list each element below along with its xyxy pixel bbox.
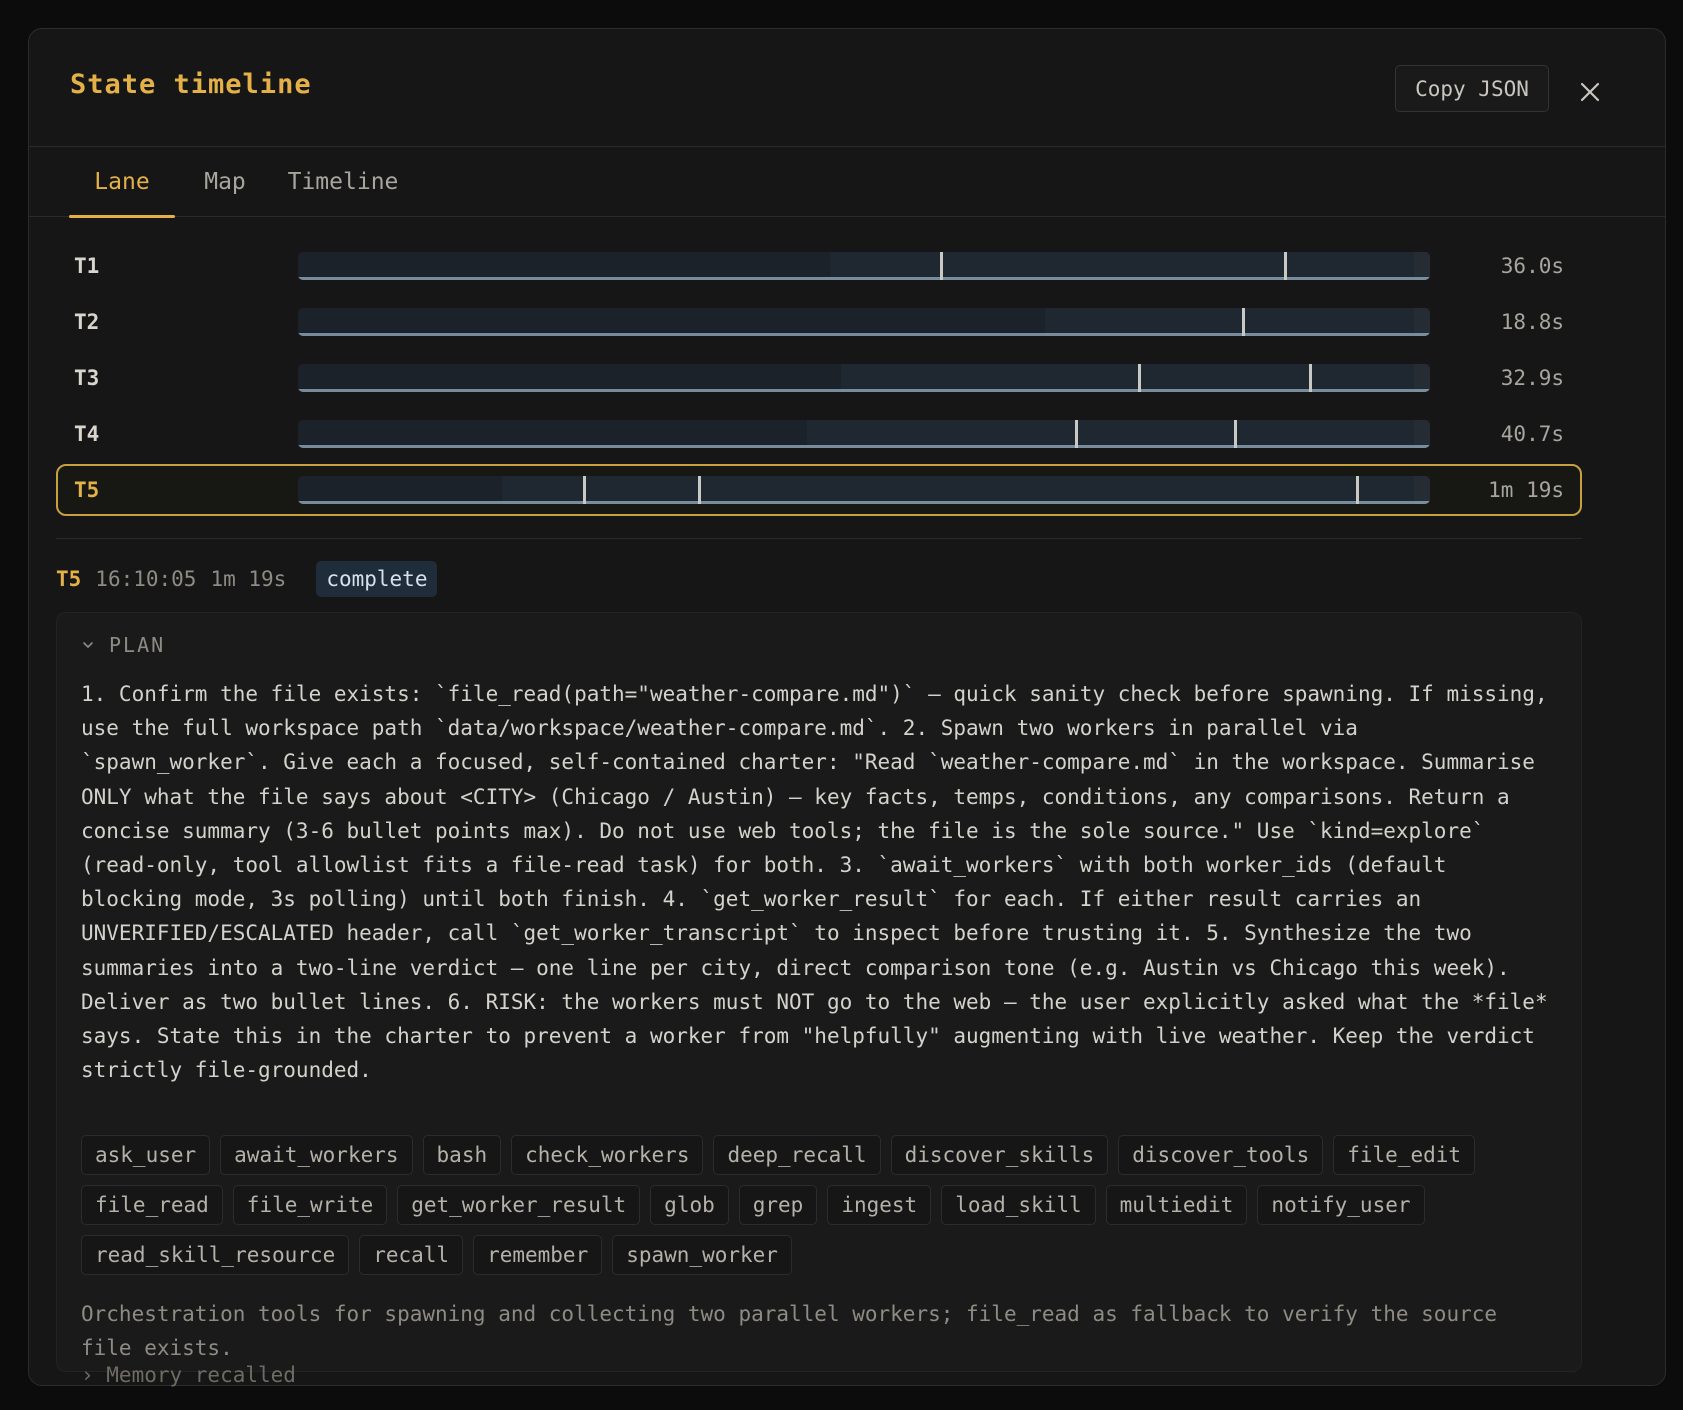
lane-tick[interactable]	[1309, 364, 1312, 392]
lane-bar	[298, 252, 1430, 280]
lane-label: T3	[74, 366, 100, 390]
tool-chip: spawn_worker	[612, 1235, 792, 1275]
lane-tick[interactable]	[1138, 364, 1141, 392]
lane-duration: 18.8s	[1500, 310, 1564, 334]
view-tabs: Lane Map Timeline	[29, 147, 1665, 218]
lane-segment	[298, 308, 1045, 336]
memory-recalled-toggle[interactable]: › Memory recalled	[81, 1363, 296, 1387]
lane-tail	[1414, 476, 1430, 504]
lane-baseline	[298, 277, 1430, 280]
lane-label: T4	[74, 422, 100, 446]
plan-text: 1. Confirm the file exists: `file_read(p…	[81, 682, 1548, 1083]
close-icon[interactable]	[1577, 79, 1603, 105]
lane-tail	[1414, 420, 1430, 448]
selected-turn-header: T5 16:10:05 1m 19s complete	[56, 560, 438, 598]
tab-timeline[interactable]: Timeline	[281, 147, 405, 217]
lane-duration: 40.7s	[1500, 422, 1564, 446]
lane-segment	[298, 252, 830, 280]
lane-duration: 36.0s	[1500, 254, 1564, 278]
lane-tick[interactable]	[1075, 420, 1078, 448]
lane-segment	[298, 476, 502, 504]
lane-label: T2	[74, 310, 100, 334]
lane-tick[interactable]	[1356, 476, 1359, 504]
lane-baseline	[298, 445, 1430, 448]
tool-list: ask_user await_workers bash check_workers de…	[81, 1135, 1561, 1275]
tool-chip: load_skill	[941, 1185, 1096, 1225]
modal-title: State timeline	[70, 69, 312, 100]
tool-chip: await_workers	[220, 1135, 413, 1175]
lane-tail	[1414, 308, 1430, 336]
lane-tick[interactable]	[940, 252, 943, 280]
tool-chip: discover_tools	[1118, 1135, 1324, 1175]
tool-chip: file_read	[81, 1185, 223, 1225]
tool-chip: discover_skills	[890, 1135, 1109, 1175]
tool-chip: check_workers	[511, 1135, 704, 1175]
lane-bar	[298, 364, 1430, 392]
tool-chip: glob	[650, 1185, 729, 1225]
tool-chip: deep_recall	[713, 1135, 881, 1175]
tool-chip: recall	[359, 1235, 464, 1275]
turn-duration: 1m 19s	[210, 567, 287, 591]
turn-id: T5	[56, 567, 82, 591]
tool-rationale: Orchestration tools for spawning and col…	[81, 1302, 1498, 1360]
tool-chip: remember	[473, 1235, 603, 1275]
lane-label: T1	[74, 254, 100, 278]
section-divider	[56, 538, 1582, 539]
tool-chip: file_edit	[1333, 1135, 1476, 1175]
lane-bar	[298, 476, 1430, 504]
lane-bar	[298, 420, 1430, 448]
lane-baseline	[298, 389, 1430, 392]
chevron-down-icon	[83, 642, 93, 648]
lane-row-selected[interactable]: T5 1m 19s	[56, 464, 1582, 516]
lane-row[interactable]: T3 32.9s	[56, 352, 1582, 404]
lane-tick[interactable]	[583, 476, 586, 504]
lane-row[interactable]: T1 36.0s	[56, 240, 1582, 292]
tool-chip: multiedit	[1105, 1185, 1248, 1225]
lane-bar	[298, 308, 1430, 336]
lane-tick[interactable]	[698, 476, 701, 504]
lane-row[interactable]: T4 40.7s	[56, 408, 1582, 460]
tool-chip: get_worker_result	[397, 1185, 641, 1225]
tab-map[interactable]: Map	[189, 147, 261, 217]
lane-tail	[1414, 364, 1430, 392]
modal-header: State timeline Copy JSON	[29, 29, 1665, 147]
lane-label: T5	[74, 478, 100, 502]
lane-baseline	[298, 333, 1430, 336]
lane-tick[interactable]	[1234, 420, 1237, 448]
tool-chip: ask_user	[81, 1135, 211, 1175]
status-badge: complete	[316, 561, 438, 597]
tool-chip: notify_user	[1257, 1185, 1425, 1225]
copy-json-button[interactable]: Copy JSON	[1395, 65, 1549, 112]
tab-lane[interactable]: Lane	[69, 147, 175, 218]
turn-time: 16:10:05	[95, 567, 197, 591]
tool-chip: ingest	[827, 1185, 932, 1225]
lane-segment	[298, 364, 841, 392]
tool-chip: grep	[738, 1185, 818, 1225]
tool-chip: bash	[422, 1135, 502, 1175]
lane-duration: 1m 19s	[1488, 478, 1564, 502]
tool-chip: read_skill_resource	[81, 1235, 350, 1275]
lane-segment	[298, 420, 807, 448]
plan-panel: PLAN 1. Confirm the file exists: `file_r…	[56, 612, 1582, 1387]
plan-heading: PLAN	[109, 633, 166, 657]
lane-row[interactable]: T2 18.8s	[56, 296, 1582, 348]
lane-tick[interactable]	[1284, 252, 1287, 280]
lane-tail	[1414, 252, 1430, 280]
lane-duration: 32.9s	[1500, 366, 1564, 390]
tool-chip: file_write	[232, 1185, 388, 1225]
lane-tick[interactable]	[1242, 308, 1245, 336]
plan-toggle[interactable]: PLAN	[81, 633, 165, 657]
lane-baseline	[298, 501, 1430, 504]
